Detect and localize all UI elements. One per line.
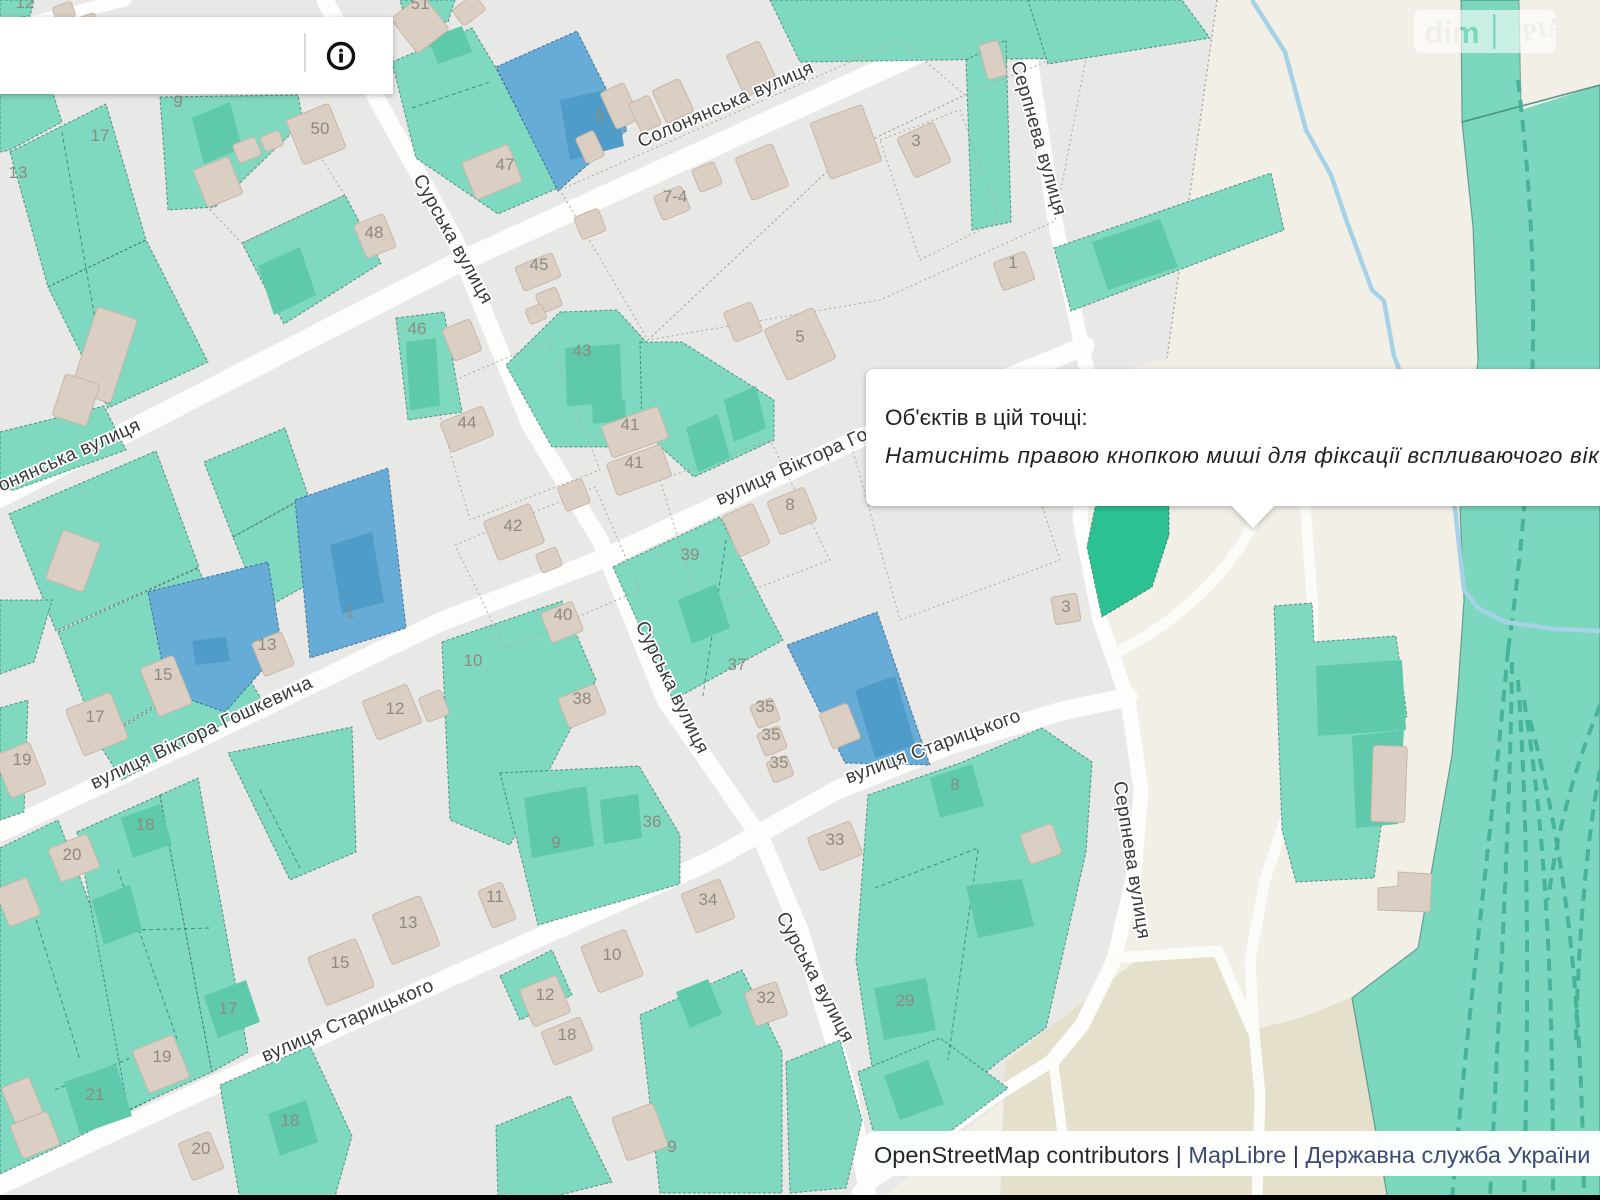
svg-text:42: 42 xyxy=(504,516,523,535)
svg-text:38: 38 xyxy=(573,689,592,708)
svg-text:11: 11 xyxy=(486,887,504,906)
svg-text:36: 36 xyxy=(643,812,662,831)
svg-text:37: 37 xyxy=(728,655,747,674)
svg-text:17: 17 xyxy=(86,707,105,726)
svg-text:1: 1 xyxy=(1008,253,1017,272)
svg-text:10: 10 xyxy=(464,651,483,670)
svg-text:13: 13 xyxy=(399,913,418,932)
svg-text:18: 18 xyxy=(558,1025,577,1044)
svg-text:48: 48 xyxy=(365,223,384,242)
svg-text:9: 9 xyxy=(173,92,182,111)
svg-text:20: 20 xyxy=(63,845,82,864)
svg-text:47: 47 xyxy=(496,155,515,174)
svg-text:15: 15 xyxy=(154,665,173,684)
svg-text:35: 35 xyxy=(770,753,789,772)
svg-text:45: 45 xyxy=(530,255,549,274)
svg-text:5: 5 xyxy=(795,327,804,346)
svg-text:41: 41 xyxy=(621,415,640,434)
svg-text:17: 17 xyxy=(91,126,110,145)
svg-text:7-4: 7-4 xyxy=(663,187,688,206)
svg-text:43: 43 xyxy=(573,341,592,360)
svg-text:29: 29 xyxy=(896,991,915,1010)
svg-text:8: 8 xyxy=(595,106,604,125)
svg-text:41: 41 xyxy=(625,453,644,472)
svg-text:8: 8 xyxy=(950,775,959,794)
svg-text:8: 8 xyxy=(785,495,794,514)
svg-text:19: 19 xyxy=(153,1047,172,1066)
svg-text:13: 13 xyxy=(9,163,28,182)
svg-text:10: 10 xyxy=(603,945,622,964)
svg-text:44: 44 xyxy=(458,413,477,432)
svg-text:20: 20 xyxy=(192,1139,211,1158)
svg-text:12: 12 xyxy=(16,0,35,12)
svg-text:1: 1 xyxy=(345,603,354,622)
svg-text:9: 9 xyxy=(551,833,560,852)
svg-text:33: 33 xyxy=(826,830,845,849)
svg-text:12: 12 xyxy=(536,985,555,1004)
svg-text:35: 35 xyxy=(762,725,781,744)
svg-text:3: 3 xyxy=(911,131,920,150)
svg-text:12: 12 xyxy=(386,699,405,718)
svg-text:19: 19 xyxy=(13,750,32,769)
svg-text:15: 15 xyxy=(331,953,350,972)
svg-text:51: 51 xyxy=(411,0,430,13)
svg-text:50: 50 xyxy=(311,119,330,138)
svg-text:13: 13 xyxy=(258,635,277,654)
svg-text:18: 18 xyxy=(136,815,155,834)
svg-text:3: 3 xyxy=(1061,597,1070,616)
svg-text:Натисніть правою кнопкою миші: Натисніть правою кнопкою миші для фіксац… xyxy=(885,443,1600,468)
svg-text:Об'єктів в цій точці:: Об'єктів в цій точці: xyxy=(885,405,1088,430)
svg-text:46: 46 xyxy=(408,319,427,338)
svg-text:17: 17 xyxy=(219,999,238,1018)
svg-text:34: 34 xyxy=(699,890,718,909)
svg-text:35: 35 xyxy=(756,697,775,716)
svg-text:OpenStreetMap contributors | M: OpenStreetMap contributors | MapLibre | … xyxy=(874,1142,1590,1168)
svg-text:21: 21 xyxy=(86,1085,105,1104)
svg-text:18: 18 xyxy=(281,1111,300,1130)
svg-text:9: 9 xyxy=(667,1137,676,1156)
svg-text:40: 40 xyxy=(554,605,573,624)
svg-text:39: 39 xyxy=(681,545,700,564)
svg-text:32: 32 xyxy=(757,988,776,1007)
